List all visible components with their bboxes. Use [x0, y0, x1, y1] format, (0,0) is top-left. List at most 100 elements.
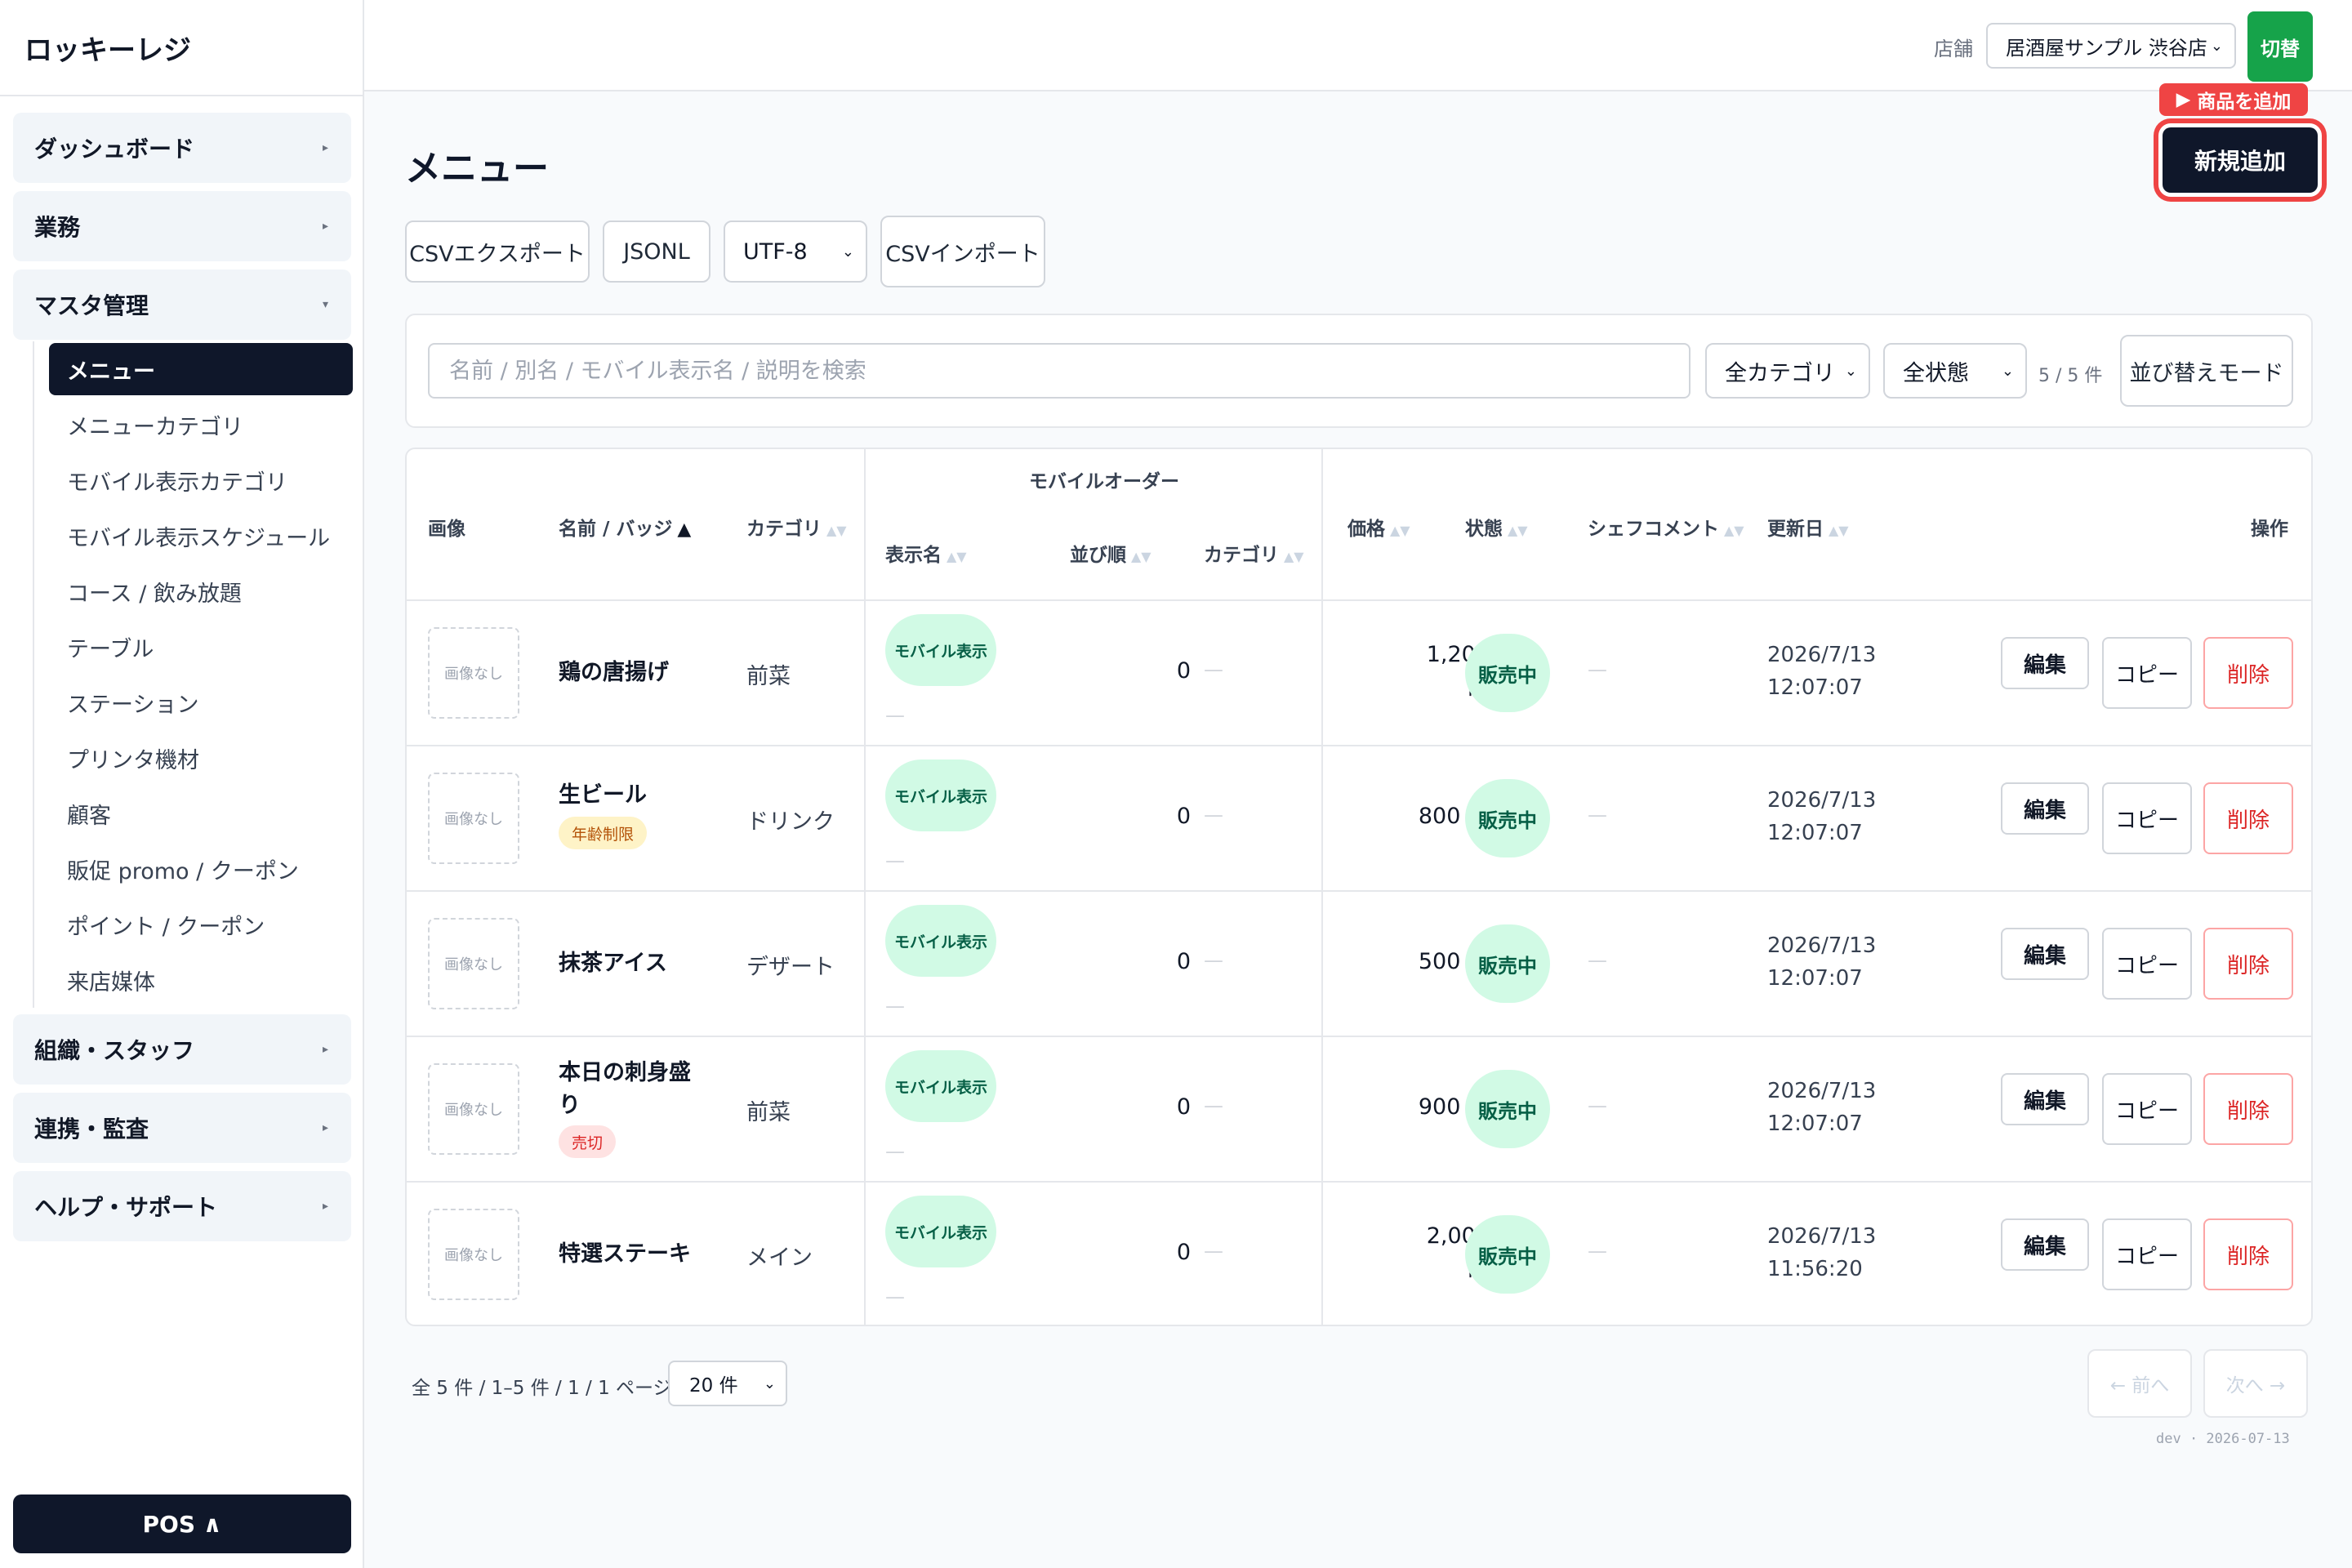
sort-mode-button[interactable]: 並び替えモード: [2120, 335, 2293, 407]
sidebar-item-visit-media[interactable]: 来店媒体: [49, 954, 353, 1006]
chef-comment-value: —: [1588, 1240, 1607, 1263]
sidebar: ロッキーレジ ダッシュボード ▸ 業務 ▸ マスタ管理 ▾ メニュー メニューカ…: [0, 0, 364, 1568]
edit-button[interactable]: 編集: [2001, 782, 2089, 835]
page-title: メニュー: [405, 148, 549, 189]
caret-right-icon: ▸: [322, 141, 328, 154]
master-submenu: メニュー メニューカテゴリ モバイル表示カテゴリ モバイル表示スケジュール コー…: [33, 341, 353, 1008]
updated-date: 2026/7/13: [1767, 1079, 1877, 1103]
copy-button[interactable]: コピー: [2102, 1218, 2192, 1290]
sidebar-item-mobile-category[interactable]: モバイル表示カテゴリ: [49, 454, 353, 506]
delete-button[interactable]: 削除: [2203, 637, 2293, 709]
copy-button[interactable]: コピー: [2102, 928, 2192, 1000]
updated-value: 2026/7/13 12:07:07: [1767, 784, 1876, 849]
add-new-button[interactable]: 新規追加: [2163, 127, 2318, 193]
prev-page-button[interactable]: ← 前へ: [2087, 1349, 2192, 1418]
delete-button[interactable]: 削除: [2203, 1218, 2293, 1290]
sidebar-section-help-support[interactable]: ヘルプ・サポート ▸: [13, 1171, 351, 1241]
header-name-label: 名前 / バッジ: [559, 519, 673, 540]
sidebar-section-dashboard[interactable]: ダッシュボード ▸: [13, 113, 351, 183]
item-name-line: り: [559, 1093, 581, 1118]
header-updated[interactable]: 更新日 ▲▼: [1767, 513, 1849, 541]
status-badge: 販売中: [1465, 1215, 1550, 1294]
sort-icon: ▲▼: [1284, 549, 1304, 564]
sidebar-item-customer[interactable]: 顧客: [49, 787, 353, 840]
switch-store-button[interactable]: 切替: [2247, 11, 2313, 82]
category-filter-select[interactable]: 全カテゴリ ⌄: [1705, 343, 1870, 399]
sidebar-item-course[interactable]: コース / 飲み放題: [49, 565, 353, 617]
header-display-name[interactable]: 表示名 ▲▼: [885, 539, 967, 567]
csv-import-button[interactable]: CSVインポート: [880, 216, 1045, 287]
add-item-tooltip-label: 商品を追加: [2197, 91, 2292, 113]
environment-tag: dev · 2026-07-13: [2156, 1431, 2290, 1447]
header-name[interactable]: 名前 / バッジ ▲: [559, 513, 691, 541]
display-name-value: —: [885, 995, 905, 1018]
pos-button[interactable]: POS ∧: [13, 1494, 351, 1553]
edit-button[interactable]: 編集: [2001, 1073, 2089, 1125]
chevron-down-icon: ⌄: [2001, 362, 2014, 380]
table-row: 画像なし 抹茶アイス デザート モバイル表示 — 0 — 500 円 販売中 —…: [407, 890, 2311, 1036]
search-input[interactable]: [428, 343, 1690, 399]
sidebar-item-menu[interactable]: メニュー: [49, 343, 353, 395]
sidebar-item-printer[interactable]: プリンタ機材: [49, 732, 353, 784]
csv-export-button[interactable]: CSVエクスポート: [405, 220, 590, 283]
encoding-select-value: UTF-8: [743, 238, 808, 265]
delete-button[interactable]: 削除: [2203, 928, 2293, 1000]
mobile-category-value: —: [1204, 949, 1223, 972]
edit-button[interactable]: 編集: [2001, 637, 2089, 689]
table-row: 画像なし 特選ステーキ メイン モバイル表示 — 0 — 2,000 円 販売中…: [407, 1181, 2311, 1325]
edit-button[interactable]: 編集: [2001, 1218, 2089, 1271]
next-page-button[interactable]: 次へ →: [2203, 1349, 2308, 1418]
item-name-line: 本日の刺身盛: [559, 1060, 691, 1085]
edit-button[interactable]: 編集: [2001, 928, 2089, 980]
sidebar-item-menu-category[interactable]: メニューカテゴリ: [49, 399, 353, 451]
mobile-category-value: —: [1204, 804, 1223, 826]
sidebar-item-station[interactable]: ステーション: [49, 676, 353, 728]
sidebar-item-promo[interactable]: 販促 promo / クーポン: [49, 843, 353, 895]
header-category[interactable]: カテゴリ ▲▼: [746, 513, 847, 541]
header-price[interactable]: 価格 ▲▼: [1348, 513, 1410, 541]
sidebar-item-mobile-schedule[interactable]: モバイル表示スケジュール: [49, 510, 353, 562]
sidebar-section-master[interactable]: マスタ管理 ▾: [13, 270, 351, 340]
header-mobile-order: モバイルオーダー: [1029, 471, 1179, 492]
play-icon: ▶: [2176, 89, 2191, 110]
copy-button[interactable]: コピー: [2102, 782, 2192, 854]
delete-button[interactable]: 削除: [2203, 1073, 2293, 1145]
item-category: 前菜: [746, 664, 791, 689]
header-status[interactable]: 状態 ▲▼: [1465, 513, 1528, 541]
sidebar-section-org-staff[interactable]: 組織・スタッフ ▸: [13, 1014, 351, 1085]
item-name: 生ビール: [559, 782, 647, 808]
display-name-value: —: [885, 1140, 905, 1163]
header-chef-comment[interactable]: シェフコメント ▲▼: [1588, 513, 1744, 541]
mobile-visible-badge: モバイル表示: [885, 1050, 996, 1122]
status-filter-select[interactable]: 全状態 ⌄: [1883, 343, 2027, 399]
caret-down-icon: ▾: [322, 298, 328, 311]
sidebar-section-operations[interactable]: 業務 ▸: [13, 191, 351, 261]
jsonl-button[interactable]: JSONL: [603, 220, 710, 283]
sort-icon: ▲▼: [1724, 523, 1744, 538]
caret-right-icon: ▸: [322, 1200, 328, 1213]
updated-time: 12:07:07: [1767, 966, 1863, 991]
per-page-value: 20 件: [689, 1375, 738, 1396]
display-name-value: —: [885, 1285, 905, 1308]
store-select[interactable]: 居酒屋サンプル 渋谷店 ⌄: [1986, 23, 2236, 69]
updated-date: 2026/7/13: [1767, 1224, 1877, 1249]
item-name: 鶏の唐揚げ: [559, 660, 669, 685]
sidebar-item-table[interactable]: テーブル: [49, 621, 353, 673]
chevron-down-icon: ⌄: [841, 243, 854, 261]
mobile-category-value: —: [1204, 1094, 1223, 1117]
copy-button[interactable]: コピー: [2102, 637, 2192, 709]
image-placeholder: 画像なし: [428, 1063, 519, 1155]
header-mobile-category[interactable]: カテゴリ ▲▼: [1204, 539, 1304, 567]
filter-bar: 全カテゴリ ⌄ 全状態 ⌄ 5 / 5 件 並び替えモード: [405, 314, 2313, 428]
header-price-label: 価格: [1348, 519, 1385, 540]
encoding-select[interactable]: UTF-8 ⌄: [724, 220, 867, 283]
sidebar-section-label: ダッシュボード: [34, 136, 195, 163]
add-item-tooltip: ▶ 商品を追加: [2159, 83, 2308, 116]
header-order[interactable]: 並び順 ▲▼: [1070, 539, 1152, 567]
copy-button[interactable]: コピー: [2102, 1073, 2192, 1145]
delete-button[interactable]: 削除: [2203, 782, 2293, 854]
sidebar-item-points[interactable]: ポイント / クーポン: [49, 898, 353, 951]
sidebar-section-integration-audit[interactable]: 連携・監査 ▸: [13, 1093, 351, 1163]
sidebar-section-label: 連携・監査: [34, 1116, 149, 1143]
per-page-select[interactable]: 20 件 ⌄: [668, 1361, 787, 1406]
